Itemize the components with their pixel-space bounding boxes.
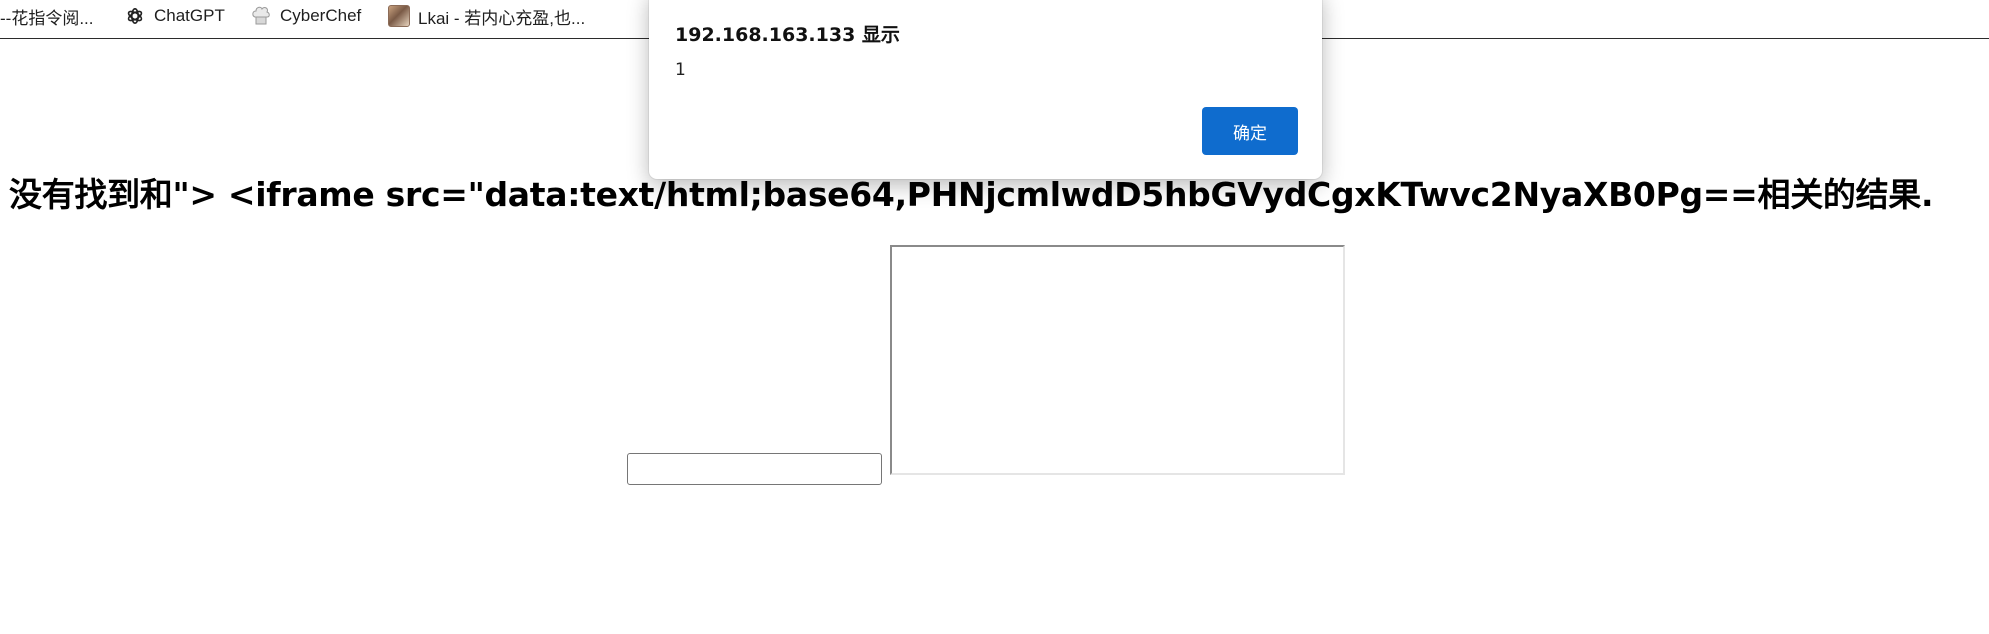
alert-message: 1	[675, 60, 686, 80]
alert-title: 192.168.163.133 显示	[675, 24, 900, 46]
bookmark-label: --花指令阅...	[0, 8, 94, 28]
bookmark-label: CyberChef	[280, 6, 362, 25]
alert-ok-button[interactable]: 确定	[1202, 107, 1298, 155]
injected-iframe[interactable]	[890, 245, 1345, 475]
alert-dialog: 192.168.163.133 显示 1 确定	[649, 0, 1322, 179]
bookmark-item-flower-instructions[interactable]: --花指令阅...	[0, 2, 94, 30]
openai-icon	[124, 5, 146, 27]
browser-page: --花指令阅... ChatGPT CyberChef Lkai - 若内心充盈…	[0, 0, 1989, 634]
bookmark-item-chatgpt[interactable]: ChatGPT	[124, 2, 225, 30]
bookmark-label: Lkai - 若内心充盈,也...	[418, 8, 586, 28]
chef-hat-icon	[250, 5, 272, 27]
bookmark-item-lkai[interactable]: Lkai - 若内心充盈,也...	[388, 2, 585, 30]
bookmark-item-cyberchef[interactable]: CyberChef	[250, 2, 361, 30]
bookmark-label: ChatGPT	[154, 6, 225, 25]
avatar-image	[388, 5, 410, 27]
injected-text-input[interactable]	[627, 453, 882, 485]
